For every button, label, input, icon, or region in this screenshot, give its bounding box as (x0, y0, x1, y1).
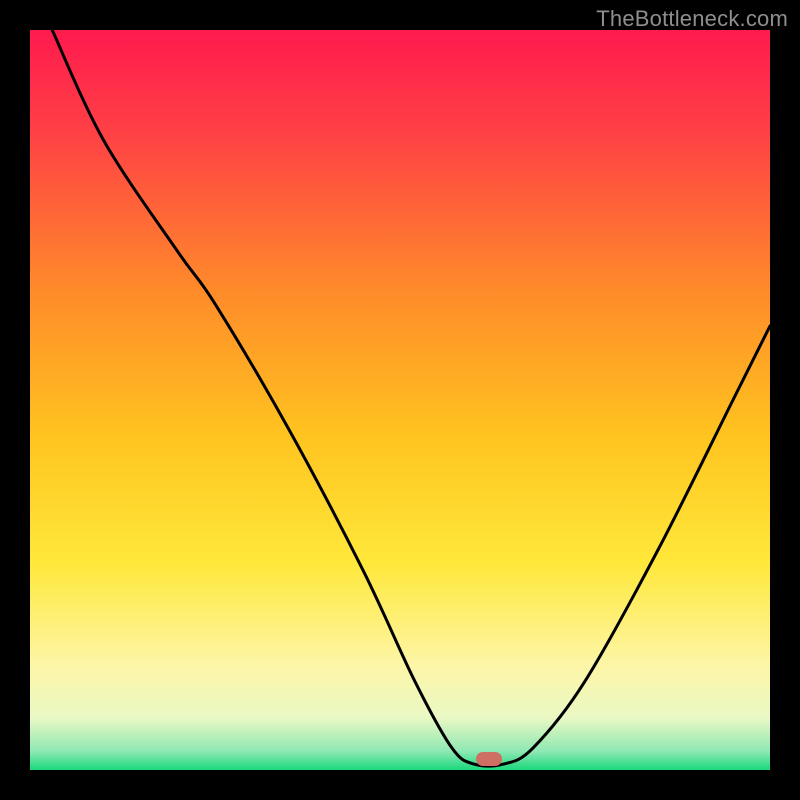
watermark-text: TheBottleneck.com (596, 6, 788, 32)
chart-frame: TheBottleneck.com (0, 0, 800, 800)
curve-layer (30, 30, 770, 770)
optimal-marker (476, 752, 502, 766)
bottleneck-curve (52, 30, 770, 766)
plot-area (30, 30, 770, 770)
